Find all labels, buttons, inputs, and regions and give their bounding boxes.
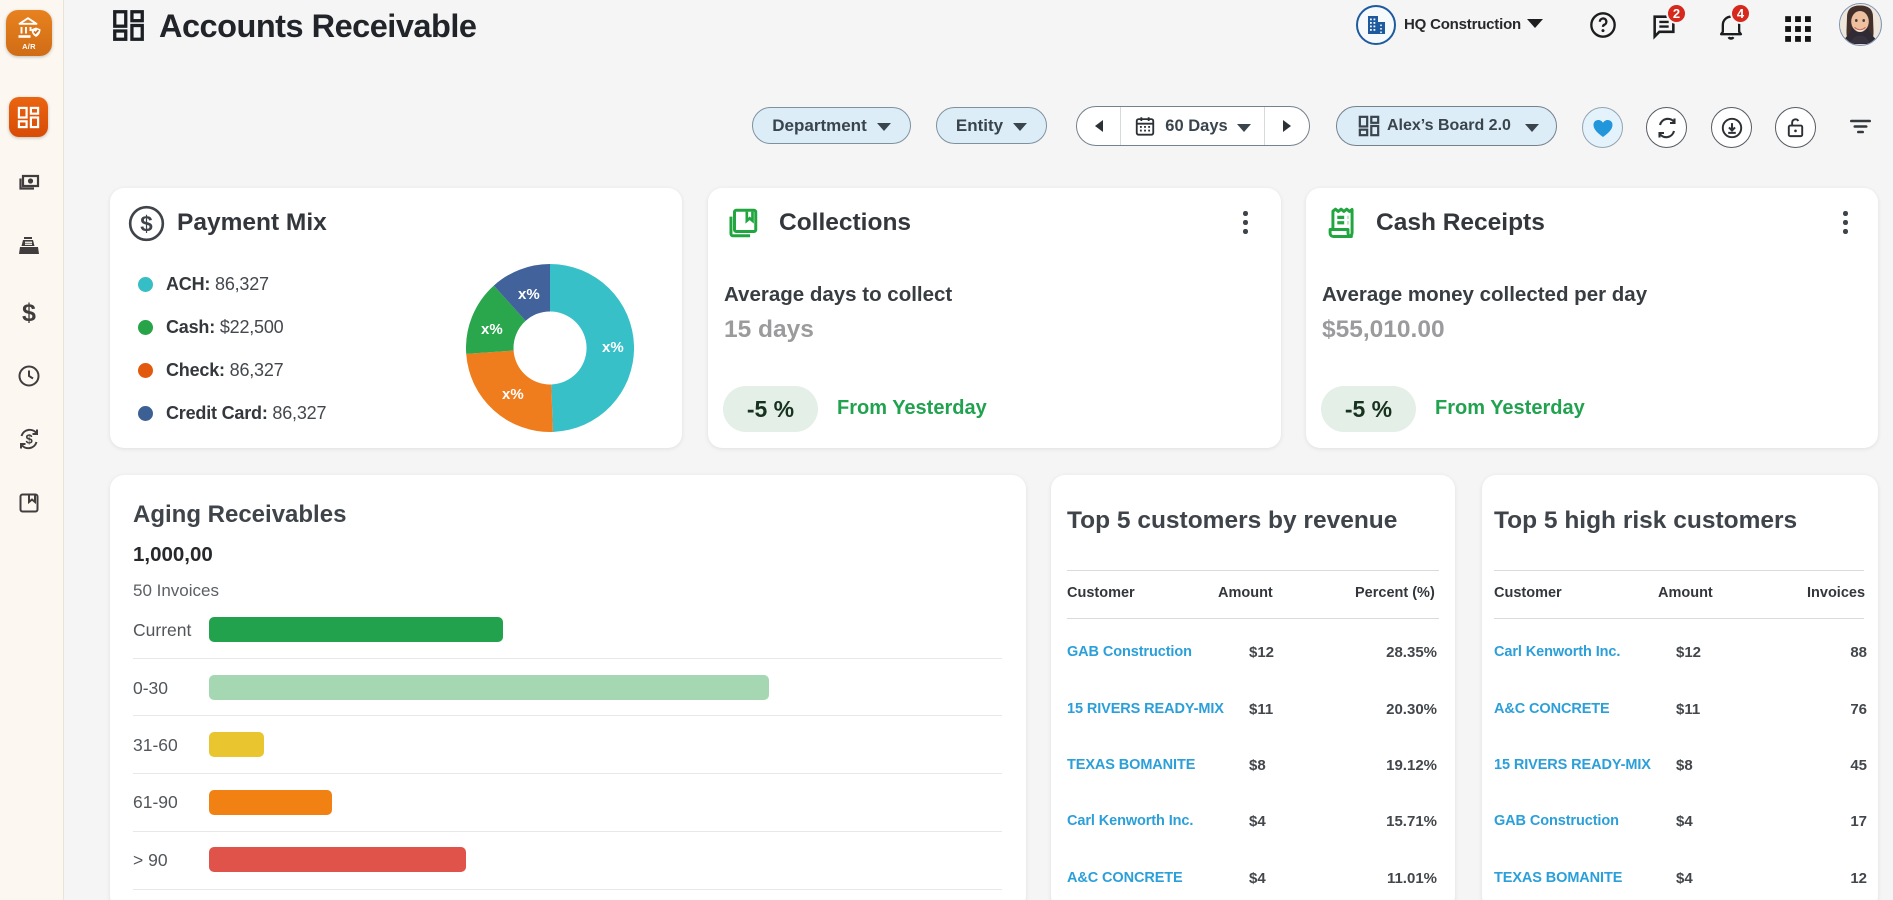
svg-text:$: $: [140, 212, 153, 237]
svg-text:$: $: [26, 432, 34, 447]
